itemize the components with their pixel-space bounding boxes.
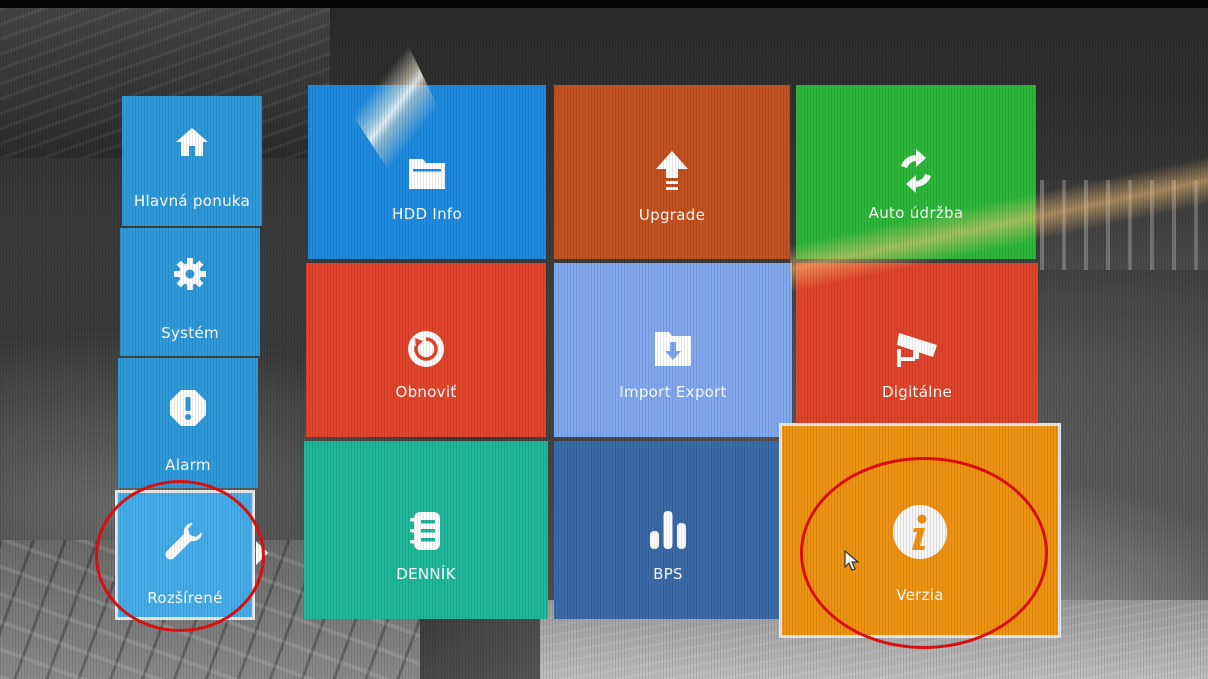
tile-label: DENNÍK	[396, 565, 456, 583]
wrench-icon	[118, 521, 252, 561]
alert-icon	[118, 388, 258, 428]
tile-bps[interactable]: BPS	[554, 441, 782, 619]
camera-icon	[796, 329, 1038, 369]
tile-auto-maintenance[interactable]: Auto údržba	[796, 85, 1036, 259]
restore-icon	[306, 329, 546, 369]
sidebar-item-alarm[interactable]: Alarm	[118, 358, 258, 488]
upgrade-arrow-icon	[554, 149, 790, 193]
tile-label: Verzia	[896, 586, 944, 604]
import-export-icon	[554, 329, 792, 369]
sidebar-item-main-menu[interactable]: Hlavná ponuka	[122, 96, 262, 226]
tile-label: Auto údržba	[868, 204, 964, 222]
folder-icon	[308, 153, 546, 193]
tile-upgrade[interactable]: Upgrade	[554, 85, 790, 259]
monitor-bezel	[0, 0, 1208, 8]
log-book-icon	[304, 511, 548, 551]
tile-label: HDD Info	[392, 205, 462, 223]
sidebar-item-label: Systém	[161, 324, 219, 342]
sidebar-item-label: Alarm	[165, 456, 211, 474]
home-icon	[122, 122, 262, 162]
dvr-menu-screen: Hlavná ponuka Systém Alarm Rozšírené HDD…	[0, 0, 1208, 679]
tile-label: Upgrade	[638, 206, 706, 224]
mouse-cursor-icon	[844, 549, 860, 576]
tile-log[interactable]: DENNÍK	[304, 441, 548, 619]
tile-restore[interactable]: Obnoviť	[306, 263, 546, 437]
sidebar-item-advanced[interactable]: Rozšírené	[115, 490, 255, 620]
tile-hdd-info[interactable]: HDD Info	[308, 85, 546, 259]
tile-import-export[interactable]: Import Export	[554, 263, 792, 437]
tile-label: BPS	[653, 565, 683, 583]
sidebar-item-label: Rozšírené	[147, 589, 223, 607]
active-indicator-arrow	[256, 541, 268, 565]
sidebar-item-system[interactable]: Systém	[120, 228, 260, 356]
refresh-icon	[796, 149, 1036, 193]
sidebar-item-label: Hlavná ponuka	[133, 192, 251, 210]
background-fence	[1040, 180, 1208, 270]
tile-label: Digitálne	[881, 383, 953, 401]
bar-chart-icon	[554, 509, 782, 551]
tile-digital[interactable]: Digitálne	[796, 263, 1038, 437]
tile-label: Obnoviť	[395, 383, 457, 401]
info-icon	[782, 504, 1058, 560]
tile-version[interactable]: Verzia	[779, 423, 1061, 638]
gear-icon	[120, 254, 260, 294]
tile-label: Import Export	[619, 383, 727, 401]
